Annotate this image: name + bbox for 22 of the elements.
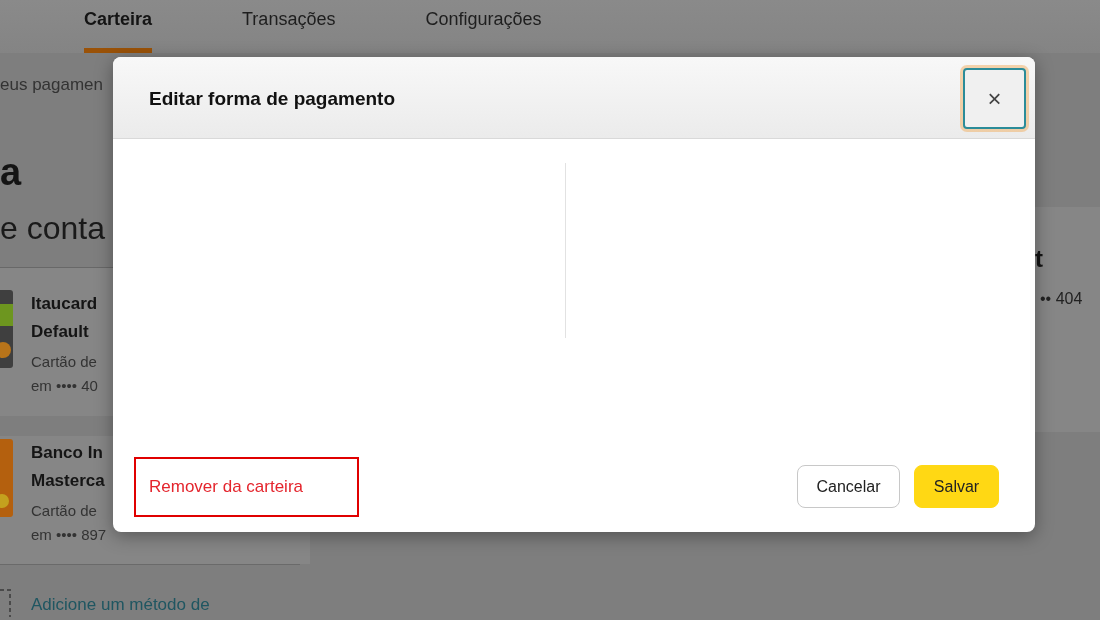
- card-detail: •• 404: [1040, 289, 1083, 309]
- dialog-title: Editar forma de pagamento: [149, 87, 395, 111]
- nav-tab[interactable]: Transações: [242, 0, 336, 53]
- card-detail: em •••• 40: [31, 376, 98, 396]
- dashed-box-icon: [0, 589, 12, 617]
- card-name: Itaucard: [31, 293, 98, 315]
- remove-link[interactable]: Remover da carteira: [134, 457, 359, 517]
- page-heading: a: [0, 150, 22, 194]
- card-name: Masterca: [31, 470, 105, 492]
- card-name: Banco In: [31, 442, 103, 464]
- nav-tab[interactable]: Carteira: [84, 0, 153, 53]
- section-heading: e conta: [0, 209, 105, 247]
- card-detail: Cartão de: [31, 501, 97, 521]
- nav-tab[interactable]: Configurações: [425, 0, 542, 53]
- save-button[interactable]: Salvar: [914, 465, 999, 508]
- card-detail: em •••• 897: [31, 525, 107, 545]
- card-name: t: [1035, 245, 1043, 273]
- cancel-button[interactable]: Cancelar: [797, 465, 900, 508]
- card-detail: Cartão de: [31, 352, 97, 372]
- close-button[interactable]: ×: [963, 68, 1026, 129]
- card-name: Default: [31, 321, 89, 343]
- breadcrumb-text: eus pagamen: [0, 75, 104, 95]
